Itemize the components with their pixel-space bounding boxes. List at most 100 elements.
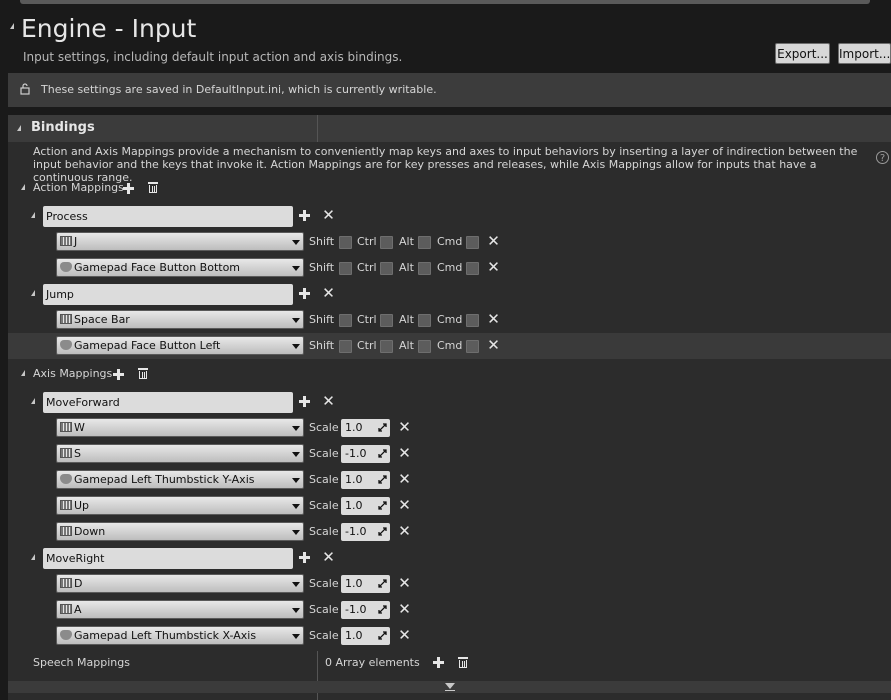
remove-key-icon[interactable]: ✕ <box>398 472 411 487</box>
scale-input[interactable]: 1.0 <box>341 627 390 645</box>
chevron-down-icon <box>292 318 300 323</box>
scale-input[interactable]: -1.0 <box>341 601 390 619</box>
collapse-process-arrow[interactable] <box>31 212 35 218</box>
add-key-icon[interactable] <box>298 551 310 563</box>
collapse-axis-arrow[interactable] <box>21 370 25 376</box>
scale-input[interactable]: -1.0 <box>341 445 390 463</box>
shift-checkbox[interactable] <box>339 314 352 327</box>
import-button[interactable]: Import... <box>838 43 891 64</box>
remove-key-icon[interactable]: ✕ <box>398 420 411 435</box>
cmd-checkbox[interactable] <box>466 262 479 275</box>
remove-key-icon[interactable]: ✕ <box>487 312 500 327</box>
scale-input[interactable]: 1.0 <box>341 419 390 437</box>
bindings-panel: Bindings Action and Axis Mappings provid… <box>8 115 891 700</box>
remove-axis-icon[interactable]: ✕ <box>322 550 335 565</box>
speech-array-count: 0 Array elements <box>325 656 420 669</box>
remove-key-icon[interactable]: ✕ <box>398 498 411 513</box>
alt-checkbox[interactable] <box>418 340 431 353</box>
remove-action-icon[interactable]: ✕ <box>322 286 335 301</box>
remove-key-icon[interactable]: ✕ <box>398 446 411 461</box>
alt-checkbox[interactable] <box>418 314 431 327</box>
cmd-checkbox[interactable] <box>466 314 479 327</box>
add-speech-icon[interactable] <box>432 656 444 668</box>
keyboard-icon <box>60 422 72 432</box>
remove-key-icon[interactable]: ✕ <box>487 338 500 353</box>
key-selector[interactable]: A <box>56 600 304 619</box>
collapse-moveright-arrow[interactable] <box>31 554 35 560</box>
remove-key-icon[interactable]: ✕ <box>398 628 411 643</box>
remove-key-icon[interactable]: ✕ <box>487 234 500 249</box>
key-selector[interactable]: W <box>56 418 304 437</box>
scale-label: Scale <box>309 421 339 434</box>
add-key-icon[interactable] <box>298 395 310 407</box>
key-selector[interactable]: Gamepad Face Button Bottom <box>56 258 304 277</box>
alt-checkbox[interactable] <box>418 262 431 275</box>
shift-checkbox[interactable] <box>339 340 352 353</box>
scale-input[interactable]: 1.0 <box>341 497 390 515</box>
remove-key-icon[interactable]: ✕ <box>398 576 411 591</box>
shift-checkbox[interactable] <box>339 262 352 275</box>
modifier-label: Shift <box>309 339 335 352</box>
collapse-action-arrow[interactable] <box>21 184 25 190</box>
chevron-down-icon <box>292 478 300 483</box>
collapse-jump-arrow[interactable] <box>31 290 35 296</box>
shift-checkbox[interactable] <box>339 236 352 249</box>
add-key-icon[interactable] <box>298 209 310 221</box>
key-selector[interactable]: Gamepad Face Button Left <box>56 336 304 355</box>
remove-key-icon[interactable]: ✕ <box>487 260 500 275</box>
trash-icon[interactable] <box>148 182 158 193</box>
key-label: Down <box>74 525 106 538</box>
key-selector[interactable]: Space Bar <box>56 310 304 329</box>
axis-name-field[interactable]: MoveForward <box>43 392 293 413</box>
key-selector[interactable]: Down <box>56 522 304 541</box>
keyboard-icon <box>60 314 72 324</box>
cmd-checkbox[interactable] <box>466 236 479 249</box>
scale-input[interactable]: -1.0 <box>341 523 390 541</box>
cmd-checkbox[interactable] <box>466 340 479 353</box>
key-selector[interactable]: Up <box>56 496 304 515</box>
key-selector[interactable]: J <box>56 232 304 251</box>
key-selector[interactable]: Gamepad Left Thumbstick Y-Axis <box>56 470 304 489</box>
collapse-moveforward-arrow[interactable] <box>31 398 35 404</box>
scale-input[interactable]: 1.0 <box>341 471 390 489</box>
add-action-icon[interactable] <box>122 182 134 194</box>
column-splitter[interactable] <box>317 651 318 681</box>
ctrl-checkbox[interactable] <box>380 340 393 353</box>
search-box[interactable] <box>20 0 870 4</box>
scale-label: Scale <box>309 525 339 538</box>
expand-advanced[interactable] <box>8 681 891 693</box>
alt-checkbox[interactable] <box>418 236 431 249</box>
gamepad-icon <box>60 474 72 484</box>
scale-input[interactable]: 1.0 <box>341 575 390 593</box>
ctrl-checkbox[interactable] <box>380 262 393 275</box>
export-button[interactable]: Export... <box>775 43 830 64</box>
scale-value: 1.0 <box>345 421 363 434</box>
remove-axis-icon[interactable]: ✕ <box>322 394 335 409</box>
collapse-bindings-arrow[interactable] <box>17 125 21 131</box>
remove-key-icon[interactable]: ✕ <box>398 524 411 539</box>
ctrl-checkbox[interactable] <box>380 236 393 249</box>
action-name-field[interactable]: Jump <box>43 284 293 305</box>
help-icon[interactable]: ? <box>876 151 889 164</box>
scale-value: -1.0 <box>345 525 367 538</box>
key-selector[interactable]: S <box>56 444 304 463</box>
column-splitter[interactable] <box>317 115 318 142</box>
column-splitter[interactable] <box>317 693 318 700</box>
key-selector[interactable]: D <box>56 574 304 593</box>
remove-key-icon[interactable]: ✕ <box>398 602 411 617</box>
remove-action-icon[interactable]: ✕ <box>322 208 335 223</box>
collapse-title-arrow[interactable] <box>10 23 14 29</box>
add-axis-icon[interactable] <box>112 368 124 380</box>
modifier-label: Alt <box>399 261 414 274</box>
trash-icon[interactable] <box>138 368 148 379</box>
ctrl-checkbox[interactable] <box>380 314 393 327</box>
chevron-down-icon <box>292 344 300 349</box>
page-subtitle: Input settings, including default input … <box>23 50 403 64</box>
action-name-field[interactable]: Process <box>43 206 293 227</box>
trash-icon[interactable] <box>458 657 468 668</box>
add-key-icon[interactable] <box>298 287 310 299</box>
axis-name-field[interactable]: MoveRight <box>43 548 293 569</box>
key-selector[interactable]: Gamepad Left Thumbstick X-Axis <box>56 626 304 645</box>
key-label: J <box>74 235 78 248</box>
bindings-header[interactable]: Bindings <box>8 115 891 142</box>
